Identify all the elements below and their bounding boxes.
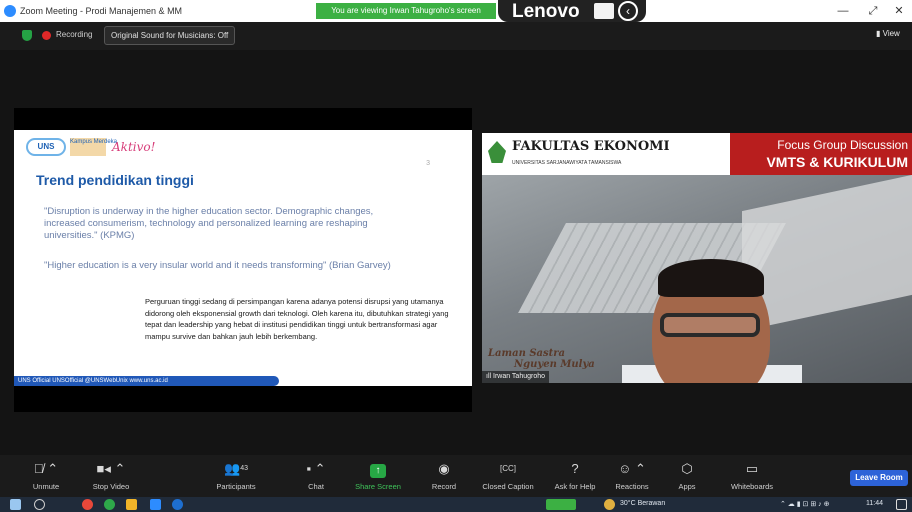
leave-room-button[interactable]: Leave Room [850,470,908,486]
whiteboards-button[interactable]: ▭ Whiteboards [722,461,782,495]
recording-icon[interactable] [42,31,51,40]
windows-start-icon[interactable] [10,499,21,510]
chrome-icon[interactable] [82,499,93,510]
slide-quote-garvey: "Higher education is a very insular worl… [44,260,391,271]
meeting-controls: 🎙̸ ⌃ Unmute ■◂ ⌃ Stop Video 👥43 Particip… [0,455,912,497]
whatsapp-icon[interactable] [104,499,115,510]
weather-icon[interactable] [604,499,615,510]
chat-label: Chat [308,482,324,491]
university-name: UNIVERSITAS SARJANAWIYATA TAMANSISWA [512,160,622,166]
slide-title: Trend pendidikan tinggi [36,172,194,188]
security-shield-icon[interactable] [22,30,32,41]
reactions-button[interactable]: ☺ ⌃ Reactions [610,461,654,495]
meeting-top-bar: Recording Original Sound for Musicians: … [0,22,912,50]
minimize-button[interactable]: — [832,3,854,19]
participant-name-label: ıll Irwan Tahugroho [482,371,550,383]
whiteboard-icon: ▭ [745,461,759,476]
share-screen-button[interactable]: ↑ Share Screen [350,461,406,495]
participants-button[interactable]: 👥43 Participants [208,461,264,495]
chevron-left-icon[interactable]: ‹ [618,1,638,21]
reactions-icon: ☺ ⌃ [618,461,646,476]
windows-taskbar: 30°C Berawan ⌃ ☁ ▮ ⊡ ⊞ ♪ ⊕ 11:44 [0,497,912,512]
user-icon[interactable] [594,3,614,19]
fgd-banner: Focus Group Discussion VMTS & KURIKULUM [730,133,912,175]
window-title-bar: Zoom Meeting - Prodi Manajemen & MM You … [0,0,912,22]
lenovo-overlay: Lenovo ‹ [498,0,646,22]
uns-logo: UNS [26,138,66,156]
participants-label: Participants [216,482,256,491]
closed-caption-label: Closed Caption [482,482,534,491]
slide-footer-social: UNS Official UNSOfficial @UNSWebUnix www… [14,376,279,386]
apps-label: Apps [678,482,696,491]
ask-for-help-label: Ask for Help [554,482,596,491]
search-icon[interactable] [34,499,45,510]
fgd-line1: Focus Group Discussion [777,138,908,152]
viewing-screen-banner[interactable]: You are viewing Irwan Tahugroho's screen [316,3,496,19]
participant-glasses [660,313,760,337]
share-screen-icon: ↑ [350,461,406,478]
signature-line2: Nguyen Mulya [514,359,595,370]
aktivo-logo: Aktivo! [112,140,156,154]
slide-letterbox-bottom [14,386,472,412]
kampus-merdeka-logo: Kampus Merdeka [70,138,117,156]
participant-name: Irwan Tahugroho [493,373,546,380]
help-icon: ? [571,461,579,476]
record-icon: ◉ [438,461,450,476]
view-label: View [882,29,900,38]
stop-video-label: Stop Video [92,482,130,491]
apps-button[interactable]: ⬡ Apps [672,461,702,495]
virtual-background-signature: Laman Sastra Nguyen Mulya [488,348,595,370]
original-sound-toggle[interactable]: Original Sound for Musicians: Off [104,26,236,45]
faculty-header: FAKULTAS EKONOMI UNIVERSITAS SARJANAWIYA… [482,133,730,175]
weather-text[interactable]: 30°C Berawan [620,500,665,507]
slide-page-marker: 3 [426,160,430,167]
faculty-emblem-icon [488,141,506,163]
record-label: Record [431,482,457,491]
participant-count: 43 [240,465,248,472]
zoom-app-icon [4,5,16,17]
file-explorer-icon[interactable] [126,499,137,510]
slide-logos: UNS Kampus MerdekaAktivo! [26,138,155,160]
unmute-label: Unmute [32,482,60,491]
system-tray-icons[interactable]: ⌃ ☁ ▮ ⊡ ⊞ ♪ ⊕ [780,500,829,508]
clock[interactable]: 11:44 [866,500,883,507]
unmute-button[interactable]: 🎙̸ ⌃ Unmute [26,461,66,495]
apps-icon: ⬡ [681,461,693,476]
slide-quote-kpmg: "Disruption is underway in the higher ed… [44,206,374,241]
fgd-line2: VMTS & KURIKULUM [766,154,908,170]
lenovo-brand: Lenovo [512,1,580,22]
restore-button[interactable]: ⤢ [862,3,884,19]
zoom-taskbar-icon[interactable] [150,499,161,510]
view-button[interactable]: ▮ View [876,29,900,38]
stop-video-button[interactable]: ■◂ ⌃ Stop Video [86,461,136,495]
window-title: Zoom Meeting - Prodi Manajemen & MM [20,6,183,16]
reactions-label: Reactions [615,482,649,491]
whiteboards-label: Whiteboards [730,482,774,491]
edge-icon[interactable] [172,499,183,510]
share-screen-label: Share Screen [355,482,401,491]
participant-hair [658,259,764,297]
microphone-muted-icon: 🎙̸ ⌃ [33,461,59,476]
record-button[interactable]: ◉ Record [424,461,464,495]
slide-letterbox-top [14,108,472,130]
chat-icon: ▪ ⌃ [306,461,326,476]
notification-icon[interactable] [896,499,907,510]
closed-caption-icon: [CC] [500,464,516,473]
faculty-title: FAKULTAS EKONOMI [512,139,670,154]
close-button[interactable]: ✕ [888,3,910,19]
chat-button[interactable]: ▪ ⌃ Chat [302,461,330,495]
shared-slide: UNS Kampus MerdekaAktivo! 3 Trend pendidi… [14,108,472,412]
recording-label: Recording [56,30,93,39]
video-camera-icon: ■◂ ⌃ [96,461,126,476]
closed-caption-button[interactable]: [CC] Closed Caption [476,461,540,495]
ask-for-help-button[interactable]: ? Ask for Help [548,461,602,495]
participants-icon: 👥43 [224,461,248,476]
slide-paragraph: Perguruan tinggi sedang di persimpangan … [145,297,449,341]
participant-video[interactable]: FAKULTAS EKONOMI UNIVERSITAS SARJANAWIYA… [482,133,912,383]
signature-line1: Laman Sastra [488,348,566,359]
sharing-indicator-icon[interactable] [546,499,576,510]
